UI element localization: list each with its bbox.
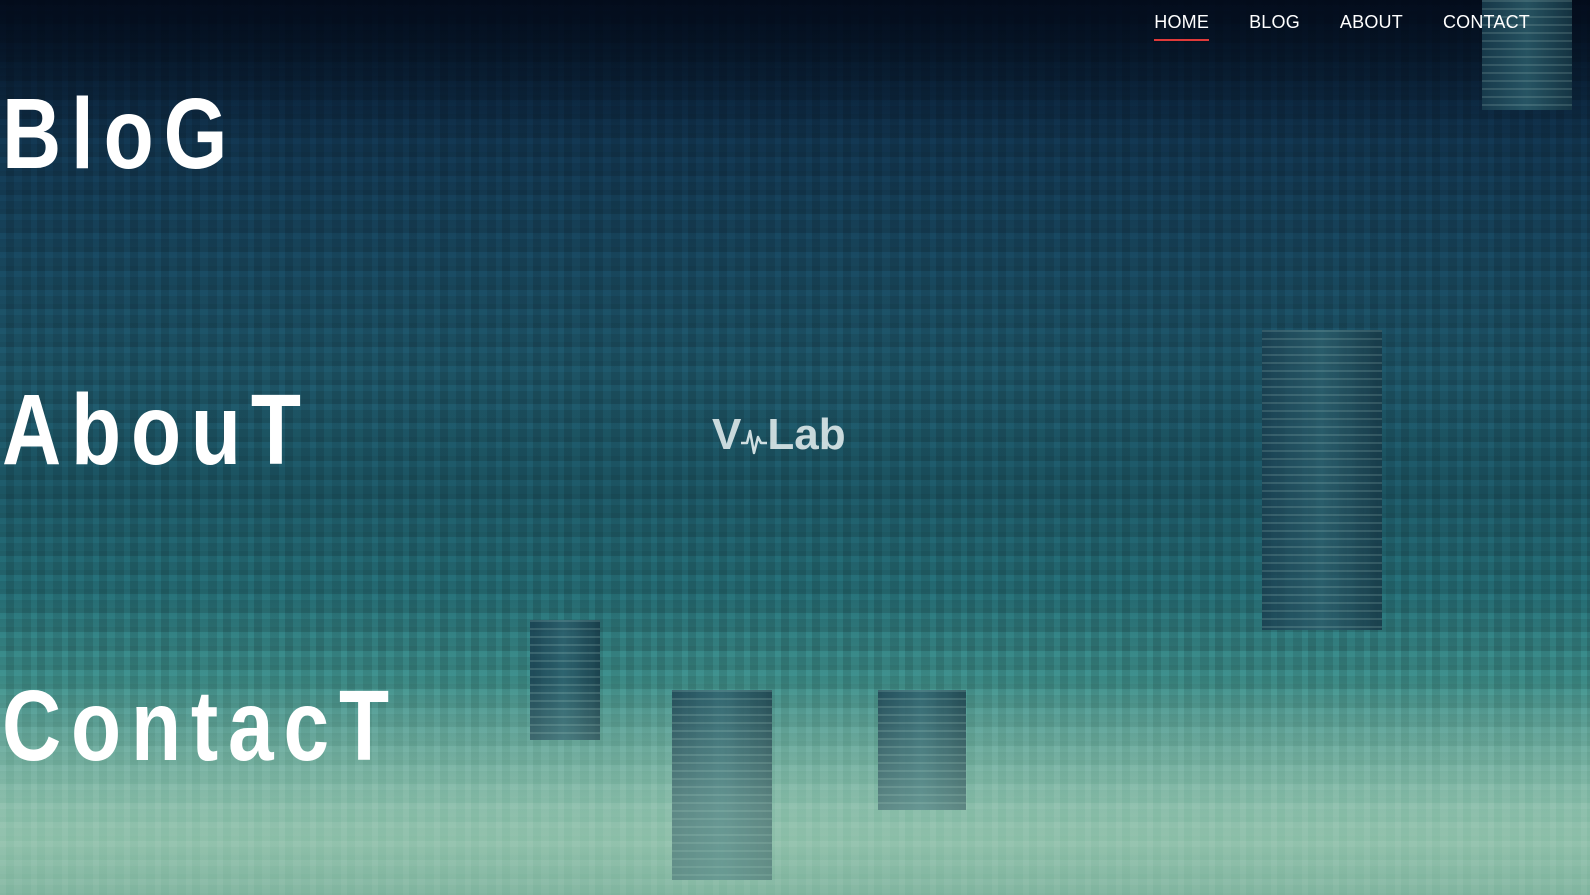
hero-about-link[interactable]: AbouT [2, 380, 311, 480]
tower-shape [1262, 330, 1382, 630]
nav-blog-link[interactable]: BLOG [1249, 12, 1300, 41]
nav-contact-link[interactable]: CONTACT [1443, 12, 1530, 41]
hero-blog-link[interactable]: BloG [2, 84, 237, 184]
logo-letter: V [712, 410, 742, 459]
page: HOME BLOG ABOUT CONTACT BloG AbouT Conta… [0, 0, 1590, 895]
nav-home-link[interactable]: HOME [1154, 12, 1209, 41]
main-nav: HOME BLOG ABOUT CONTACT [1154, 12, 1530, 41]
logo-text: Lab [767, 410, 846, 459]
nav-about-link[interactable]: ABOUT [1340, 12, 1403, 41]
hero-contact-link[interactable]: ContacT [2, 676, 399, 776]
heartbeat-icon [741, 429, 768, 455]
site-logo: V Lab [712, 410, 846, 460]
